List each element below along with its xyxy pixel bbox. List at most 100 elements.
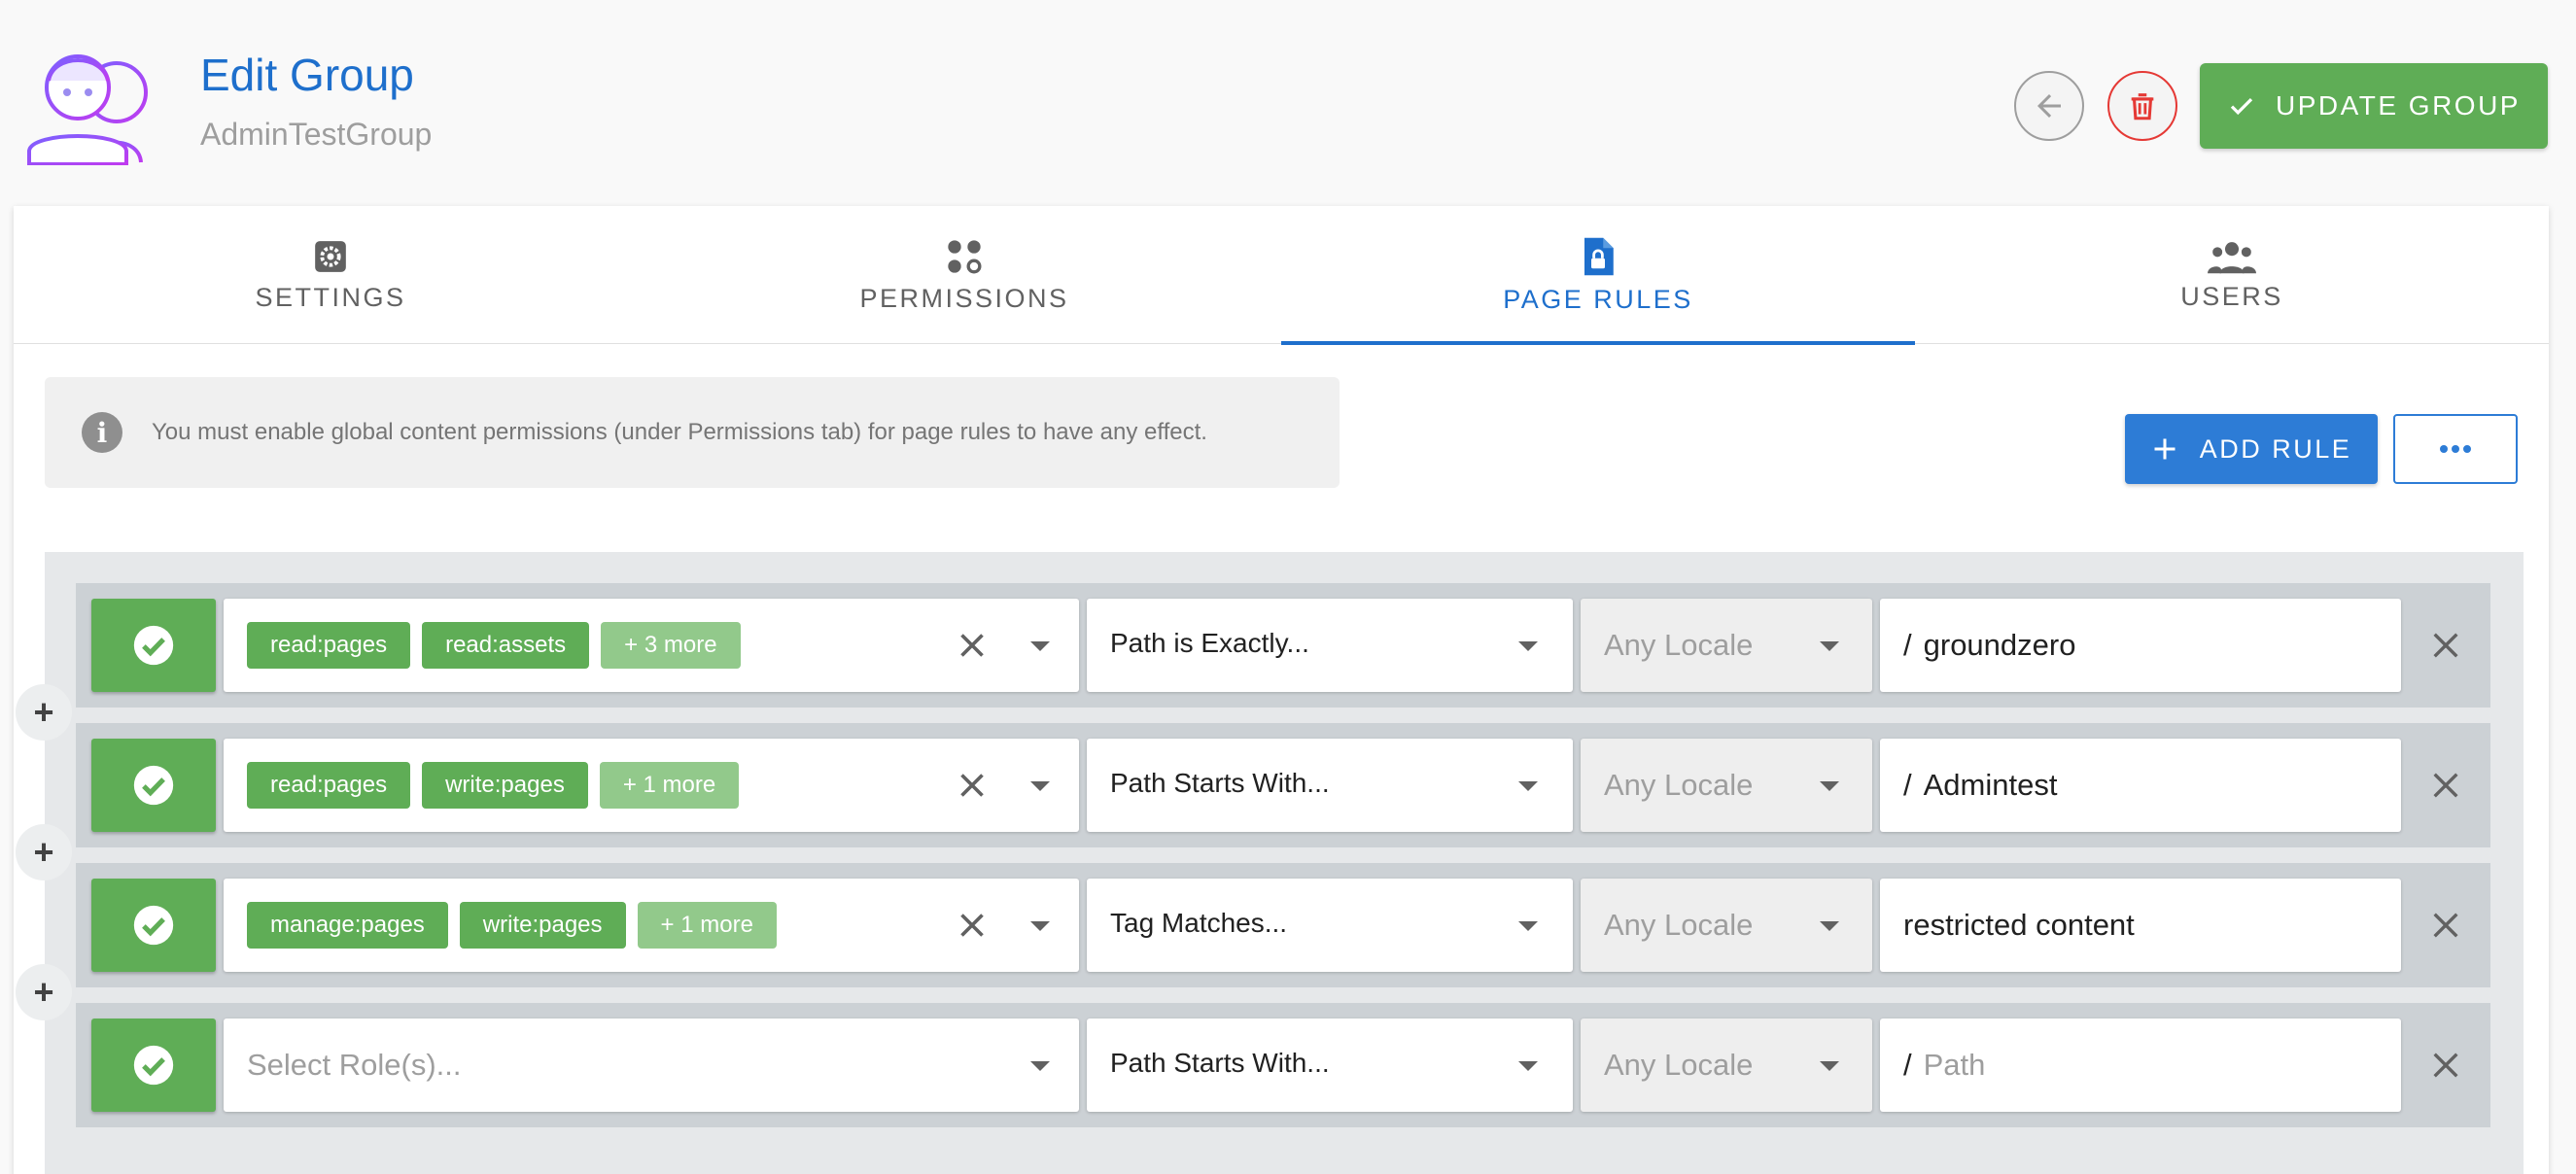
path-input[interactable]: restricted content <box>1880 879 2401 972</box>
chevron-down-icon <box>1030 781 1050 791</box>
rule-allow-toggle[interactable] <box>91 599 216 692</box>
rule-allow-toggle[interactable] <box>91 1019 216 1112</box>
path-prefix: / <box>1903 768 1912 802</box>
path-value: Admintest <box>1923 768 2058 802</box>
match-type-value: Path Starts With... <box>1110 768 1330 798</box>
match-type-value: Path Starts With... <box>1110 1048 1330 1078</box>
permissions-icon <box>948 239 982 273</box>
page-subtitle: AdminTestGroup <box>200 117 433 152</box>
locale-select[interactable]: Any Locale <box>1581 739 1872 832</box>
close-icon <box>2433 773 2458 798</box>
rules-list: read:pages read:assets + 3 more Path is … <box>45 552 2524 1174</box>
arrow-left-icon <box>2037 94 2061 118</box>
locale-select[interactable]: Any Locale <box>1581 1019 1872 1112</box>
clear-icon[interactable] <box>955 768 990 803</box>
role-select[interactable]: Select Role(s)... <box>224 1019 1079 1112</box>
role-chip: read:pages <box>247 762 411 809</box>
chevron-down-icon <box>1820 921 1839 931</box>
delete-button[interactable] <box>2107 71 2177 141</box>
clear-icon[interactable] <box>955 908 990 943</box>
info-alert-text: You must enable global content permissio… <box>152 419 1207 445</box>
chevron-down-icon <box>1518 921 1538 931</box>
role-select-placeholder: Select Role(s)... <box>247 1048 462 1082</box>
tab-users[interactable]: USERS <box>1915 206 2549 344</box>
chevron-down-icon <box>1518 641 1538 651</box>
rule-allow-toggle[interactable] <box>91 739 216 832</box>
locale-value: Any Locale <box>1604 628 1754 662</box>
role-select[interactable]: manage:pages write:pages + 1 more <box>224 879 1079 972</box>
chevron-down-icon <box>1820 1061 1839 1071</box>
locale-value: Any Locale <box>1604 1048 1754 1082</box>
check-circle-icon <box>133 905 174 946</box>
check-circle-icon <box>133 625 174 666</box>
path-input[interactable]: / groundzero <box>1880 599 2401 692</box>
rule-allow-toggle[interactable] <box>91 879 216 972</box>
remove-rule-button[interactable] <box>2422 622 2469 669</box>
tab-page-rules-label: PAGE RULES <box>1503 284 1693 314</box>
role-chip: write:pages <box>422 762 588 809</box>
chevron-down-icon <box>1820 781 1839 791</box>
tab-permissions[interactable]: PERMISSIONS <box>647 206 1281 344</box>
group-card: SETTINGS PERMISSIONS PAGE RULES USERS i … <box>14 206 2549 1174</box>
locale-select[interactable]: Any Locale <box>1581 879 1872 972</box>
locale-value: Any Locale <box>1604 908 1754 942</box>
path-prefix: / <box>1903 1048 1912 1082</box>
role-chip: read:pages <box>247 622 411 669</box>
chevron-down-icon <box>1518 781 1538 791</box>
more-horizontal-icon <box>2440 445 2471 453</box>
role-chip: read:assets <box>422 622 590 669</box>
plus-icon <box>2154 438 2176 460</box>
update-group-label: UPDATE GROUP <box>2276 90 2521 121</box>
role-chip: write:pages <box>459 902 626 949</box>
close-icon <box>2433 913 2458 938</box>
match-type-select[interactable]: Path is Exactly... <box>1087 599 1573 692</box>
tab-settings[interactable]: SETTINGS <box>14 206 647 344</box>
gear-icon <box>315 240 346 272</box>
chevron-down-icon <box>1518 1061 1538 1071</box>
role-select[interactable]: read:pages write:pages + 1 more <box>224 739 1079 832</box>
more-roles-chip: + 1 more <box>599 762 740 809</box>
add-rule-button[interactable]: ADD RULE <box>2125 414 2378 484</box>
remove-rule-button[interactable] <box>2422 1042 2469 1088</box>
rule-row: Select Role(s)... Path Starts With... An… <box>76 1003 2490 1127</box>
path-input[interactable]: / Admintest <box>1880 739 2401 832</box>
close-icon <box>2433 1053 2458 1078</box>
chevron-down-icon <box>1820 641 1839 651</box>
path-placeholder: Path <box>1923 1048 1986 1082</box>
clear-icon[interactable] <box>955 628 990 663</box>
back-button[interactable] <box>2014 71 2084 141</box>
chevron-down-icon <box>1030 641 1050 651</box>
tab-permissions-label: PERMISSIONS <box>859 283 1069 313</box>
page-title: Edit Group <box>200 50 414 100</box>
role-chips: manage:pages write:pages + 1 more <box>247 902 777 949</box>
match-type-select[interactable]: Path Starts With... <box>1087 739 1573 832</box>
match-type-select[interactable]: Tag Matches... <box>1087 879 1573 972</box>
group-avatar-icon <box>27 54 148 165</box>
insert-rule-button[interactable]: + <box>16 964 72 1020</box>
users-icon <box>2208 241 2256 273</box>
close-icon <box>2433 633 2458 658</box>
insert-rule-button[interactable]: + <box>16 824 72 880</box>
update-group-button[interactable]: UPDATE GROUP <box>2200 63 2548 149</box>
add-rule-label: ADD RULE <box>2199 433 2352 464</box>
check-circle-icon <box>133 1045 174 1086</box>
rule-row: read:pages write:pages + 1 more Path Sta… <box>76 723 2490 847</box>
header: Edit Group AdminTestGroup UPDATE GROUP <box>0 0 2576 199</box>
chevron-down-icon <box>1030 921 1050 931</box>
insert-rule-button[interactable]: + <box>16 684 72 741</box>
info-icon: i <box>82 412 122 453</box>
rule-row: manage:pages write:pages + 1 more Tag Ma… <box>76 863 2490 987</box>
locale-select[interactable]: Any Locale <box>1581 599 1872 692</box>
role-select[interactable]: read:pages read:assets + 3 more <box>224 599 1079 692</box>
tab-page-rules[interactable]: PAGE RULES <box>1281 206 1915 345</box>
path-value: groundzero <box>1923 628 2076 662</box>
match-type-select[interactable]: Path Starts With... <box>1087 1019 1573 1112</box>
more-roles-chip: + 3 more <box>601 622 741 669</box>
info-alert: i You must enable global content permiss… <box>45 377 1340 488</box>
tab-settings-label: SETTINGS <box>255 282 406 312</box>
path-input[interactable]: / Path <box>1880 1019 2401 1112</box>
path-value: restricted content <box>1903 908 2135 942</box>
more-options-button[interactable] <box>2393 414 2518 484</box>
remove-rule-button[interactable] <box>2422 762 2469 809</box>
remove-rule-button[interactable] <box>2422 902 2469 949</box>
